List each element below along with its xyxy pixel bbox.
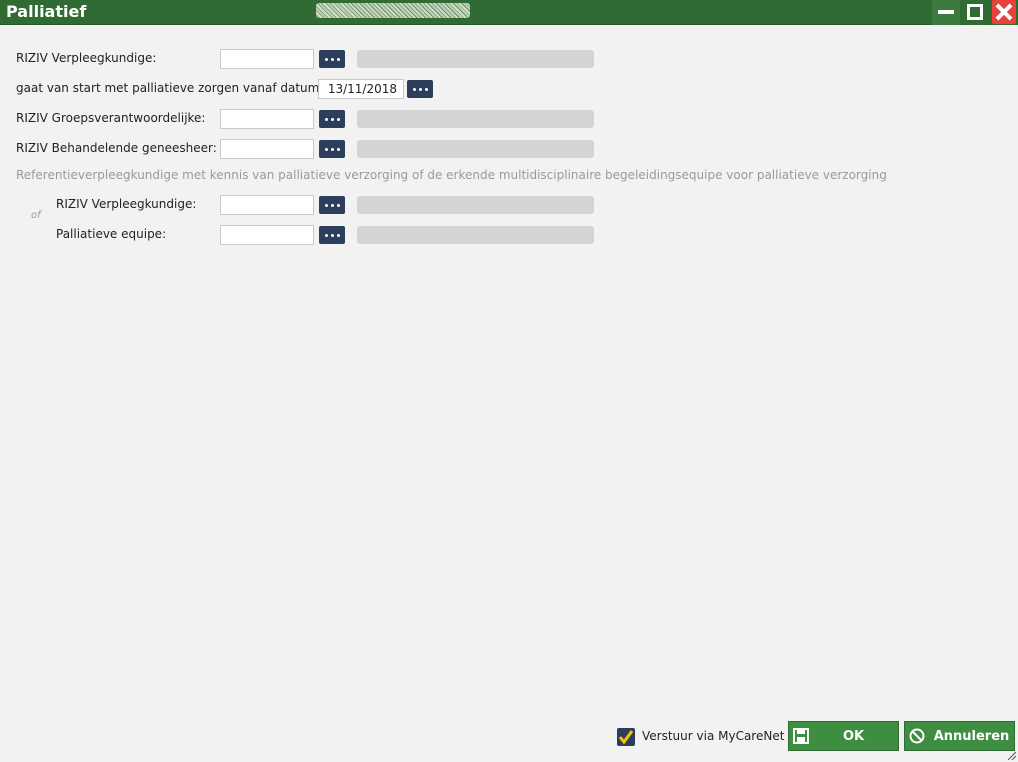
label-riziv-groepsverantwoordelijke: RIZIV Groepsverantwoordelijke: [16, 111, 206, 125]
label-palliatieve-equipe: Palliatieve equipe: [56, 227, 167, 241]
sub-riziv-verpleegkundige-input[interactable] [220, 195, 314, 215]
maximize-button[interactable] [961, 0, 989, 25]
riziv-verpleegkundige-input[interactable] [220, 49, 314, 69]
riziv-verpleegkundige-name-display [357, 50, 594, 68]
referentie-note: Referentieverpleegkundige met kennis van… [16, 168, 887, 182]
riziv-verpleegkundige-lookup-button[interactable] [319, 50, 345, 68]
ellipsis-dot [336, 57, 340, 61]
cancel-icon [909, 728, 925, 744]
resize-grip-icon[interactable] [1008, 752, 1016, 760]
save-icon [793, 728, 809, 744]
riziv-groepsverantwoordelijke-input[interactable] [220, 109, 314, 129]
or-label: of [31, 210, 41, 221]
ellipsis-icon [324, 233, 328, 237]
sub-riziv-verpleegkundige-name-display [357, 196, 594, 214]
redacted-patient-name [316, 3, 470, 18]
ellipsis-dot [336, 117, 340, 121]
cancel-button[interactable]: Annuleren [904, 721, 1015, 751]
ellipsis-icon [324, 117, 328, 121]
ellipsis-dot [336, 233, 340, 237]
ellipsis-icon [324, 147, 328, 151]
window-title: Palliatief [6, 2, 87, 21]
ellipsis-dot [336, 203, 340, 207]
check-icon [618, 730, 634, 745]
label-riziv-behandelende-geneesheer: RIZIV Behandelende geneesheer: [16, 141, 217, 155]
ellipsis-dot [330, 117, 334, 121]
ellipsis-icon [324, 57, 328, 61]
ellipsis-dot [330, 233, 334, 237]
label-riziv-verpleegkundige: RIZIV Verpleegkundige: [16, 51, 157, 65]
riziv-groepsverantwoordelijke-lookup-button[interactable] [319, 110, 345, 128]
riziv-groepsverantwoordelijke-name-display [357, 110, 594, 128]
ellipsis-dot [418, 87, 422, 91]
riziv-behandelende-geneesheer-input[interactable] [220, 139, 314, 159]
minimize-button[interactable] [932, 0, 960, 25]
cancel-button-label: Annuleren [933, 729, 1010, 744]
ellipsis-icon [412, 87, 416, 91]
close-icon [992, 0, 1016, 24]
riziv-behandelende-geneesheer-name-display [357, 140, 594, 158]
close-button[interactable] [990, 0, 1018, 25]
label-sub-riziv-verpleegkundige: RIZIV Verpleegkundige: [56, 197, 197, 211]
sub-riziv-verpleegkundige-lookup-button[interactable] [319, 196, 345, 214]
ellipsis-icon [324, 203, 328, 207]
date-picker-button[interactable] [407, 80, 433, 98]
palliatieve-equipe-input[interactable] [220, 225, 314, 245]
ellipsis-dot [424, 87, 428, 91]
ellipsis-dot [336, 147, 340, 151]
riziv-behandelende-geneesheer-lookup-button[interactable] [319, 140, 345, 158]
maximize-icon [967, 4, 983, 20]
ellipsis-dot [330, 147, 334, 151]
title-bar: Palliatief [0, 0, 1018, 25]
ok-button[interactable]: OK [788, 721, 899, 751]
minimize-icon [938, 10, 954, 14]
palliatieve-equipe-lookup-button[interactable] [319, 226, 345, 244]
mycarenet-checkbox-label[interactable]: Verstuur via MyCareNet [642, 729, 784, 743]
ellipsis-dot [330, 203, 334, 207]
start-date-input[interactable] [318, 79, 404, 99]
ellipsis-dot [330, 57, 334, 61]
ok-button-label: OK [842, 729, 865, 744]
mycarenet-checkbox[interactable] [617, 728, 635, 746]
palliatieve-equipe-name-display [357, 226, 594, 244]
label-start-date: gaat van start met palliatieve zorgen va… [16, 81, 320, 95]
